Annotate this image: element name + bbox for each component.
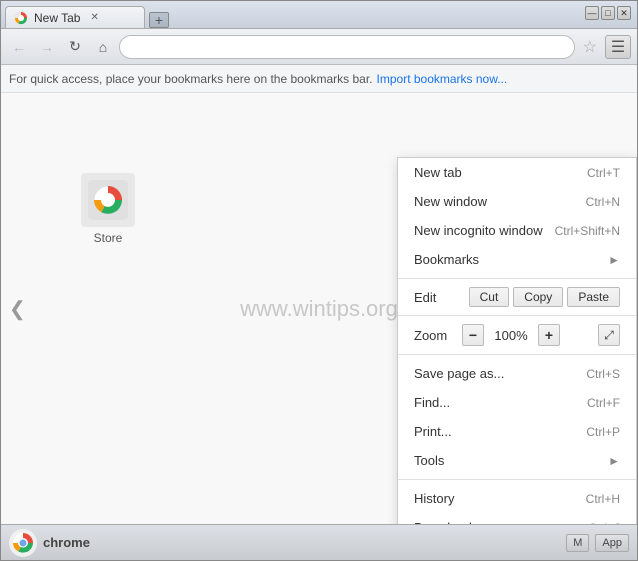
menu-item-new-window[interactable]: New window Ctrl+N [398,187,636,216]
menu-shortcut-find: Ctrl+F [587,396,620,410]
tab-title: New Tab [34,11,80,25]
menu-label-print: Print... [414,424,452,439]
store-svg-icon [88,180,128,220]
menu-item-bookmarks[interactable]: Bookmarks ► [398,245,636,274]
menu-item-save-page[interactable]: Save page as... Ctrl+S [398,359,636,388]
back-button[interactable]: ← [7,35,31,59]
chrome-menu-button[interactable]: ☰ [605,35,631,59]
maximize-button[interactable]: □ [601,6,615,20]
active-tab[interactable]: New Tab ✕ [5,6,145,28]
menu-label-find: Find... [414,395,450,410]
bottom-m-button[interactable]: M [566,534,589,552]
zoom-value-display: 100% [492,328,530,343]
address-input[interactable] [119,35,575,59]
menu-copy-button[interactable]: Copy [513,287,563,307]
zoom-plus-button[interactable]: + [538,324,560,346]
menu-label-history: History [414,491,454,506]
menu-arrow-tools: ► [608,454,620,468]
menu-label-tools: Tools [414,453,444,468]
bookmark-bar-message: For quick access, place your bookmarks h… [9,72,373,86]
menu-shortcut-history: Ctrl+H [586,492,620,506]
menu-zoom-label: Zoom [414,328,454,343]
chrome-tab-icon [14,11,28,25]
menu-label-new-tab: New tab [414,165,462,180]
menu-item-history[interactable]: History Ctrl+H [398,484,636,513]
menu-cut-button[interactable]: Cut [469,287,510,307]
browser-window: New Tab ✕ + — □ ✕ ← → ↻ ⌂ ☆ ☰ For quick … [0,0,638,561]
menu-label-bookmarks: Bookmarks [414,252,479,267]
store-icon-image [81,173,135,227]
refresh-button[interactable]: ↻ [63,35,87,59]
navigation-bar: ← → ↻ ⌂ ☆ ☰ [1,29,637,65]
menu-label-new-incognito: New incognito window [414,223,543,238]
menu-item-downloads[interactable]: Downloads Ctrl+J [398,513,636,524]
menu-edit-row: Edit Cut Copy Paste [398,283,636,311]
menu-item-new-tab[interactable]: New tab Ctrl+T [398,158,636,187]
carousel-left-arrow[interactable]: ❮ [9,296,26,321]
menu-label-new-window: New window [414,194,487,209]
menu-label-downloads: Downloads [414,520,478,524]
new-tab-button[interactable]: + [149,12,169,28]
menu-item-print[interactable]: Print... Ctrl+P [398,417,636,446]
tab-close-btn[interactable]: ✕ [90,12,98,23]
menu-arrow-bookmarks: ► [608,253,620,267]
menu-separator-1 [398,278,636,279]
chrome-brand-label: chrome [43,535,90,550]
menu-separator-3 [398,354,636,355]
zoom-minus-button[interactable]: − [462,324,484,346]
store-app-label: Store [94,231,123,245]
home-button[interactable]: ⌂ [91,35,115,59]
menu-item-tools[interactable]: Tools ► [398,446,636,475]
menu-label-save-page: Save page as... [414,366,504,381]
zoom-fullscreen-button[interactable]: ⤢ [598,324,620,346]
menu-shortcut-new-window: Ctrl+N [586,195,620,209]
bookmark-bar: For quick access, place your bookmarks h… [1,65,637,93]
chrome-logo-wrapper: chrome [9,529,90,557]
bottom-right-controls: M App [566,534,629,552]
menu-item-new-incognito[interactable]: New incognito window Ctrl+Shift+N [398,216,636,245]
menu-shortcut-downloads: Ctrl+J [588,521,620,525]
bottom-bar: chrome M App [1,524,637,560]
menu-shortcut-new-tab: Ctrl+T [587,166,620,180]
main-content-area: ❮ Store www.wintips.org [1,93,637,524]
bottom-app-button[interactable]: App [595,534,629,552]
menu-separator-2 [398,315,636,316]
close-button[interactable]: ✕ [617,6,631,20]
bookmark-star-icon[interactable]: ☆ [579,35,601,59]
title-bar: New Tab ✕ + — □ ✕ [1,1,637,29]
menu-shortcut-print: Ctrl+P [586,425,620,439]
watermark-text: www.wintips.org [240,296,398,322]
menu-separator-4 [398,479,636,480]
chrome-logo-icon [9,529,37,557]
store-app-icon[interactable]: Store [81,173,135,245]
window-controls: — □ ✕ [585,6,631,20]
menu-edit-label: Edit [414,290,469,305]
menu-shortcut-save: Ctrl+S [586,367,620,381]
import-bookmarks-link[interactable]: Import bookmarks now... [377,72,508,86]
menu-item-find[interactable]: Find... Ctrl+F [398,388,636,417]
minimize-button[interactable]: — [585,6,599,20]
forward-button[interactable]: → [35,35,59,59]
menu-shortcut-new-incognito: Ctrl+Shift+N [555,224,620,238]
menu-zoom-row: Zoom − 100% + ⤢ [398,320,636,350]
menu-paste-button[interactable]: Paste [567,287,620,307]
menu-edit-buttons: Cut Copy Paste [469,287,620,307]
tab-strip: New Tab ✕ + [5,1,169,28]
chrome-dropdown-menu: New tab Ctrl+T New window Ctrl+N New inc… [397,157,637,524]
